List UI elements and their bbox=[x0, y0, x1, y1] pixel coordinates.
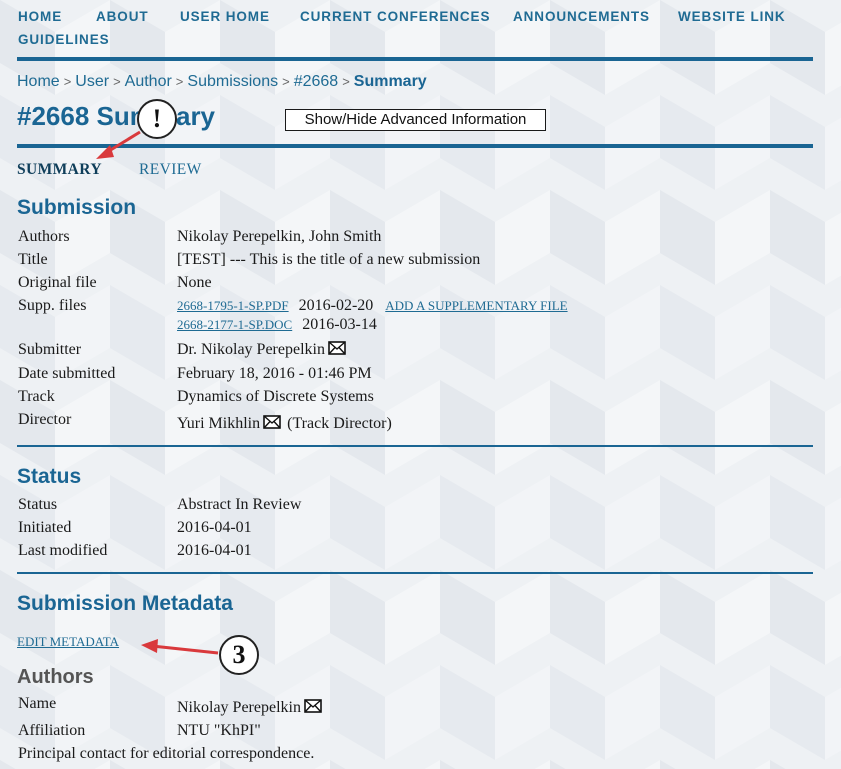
callout-badge: ! bbox=[137, 99, 177, 139]
callout-badge: 3 bbox=[219, 635, 259, 675]
arrow-icon bbox=[96, 130, 219, 655]
